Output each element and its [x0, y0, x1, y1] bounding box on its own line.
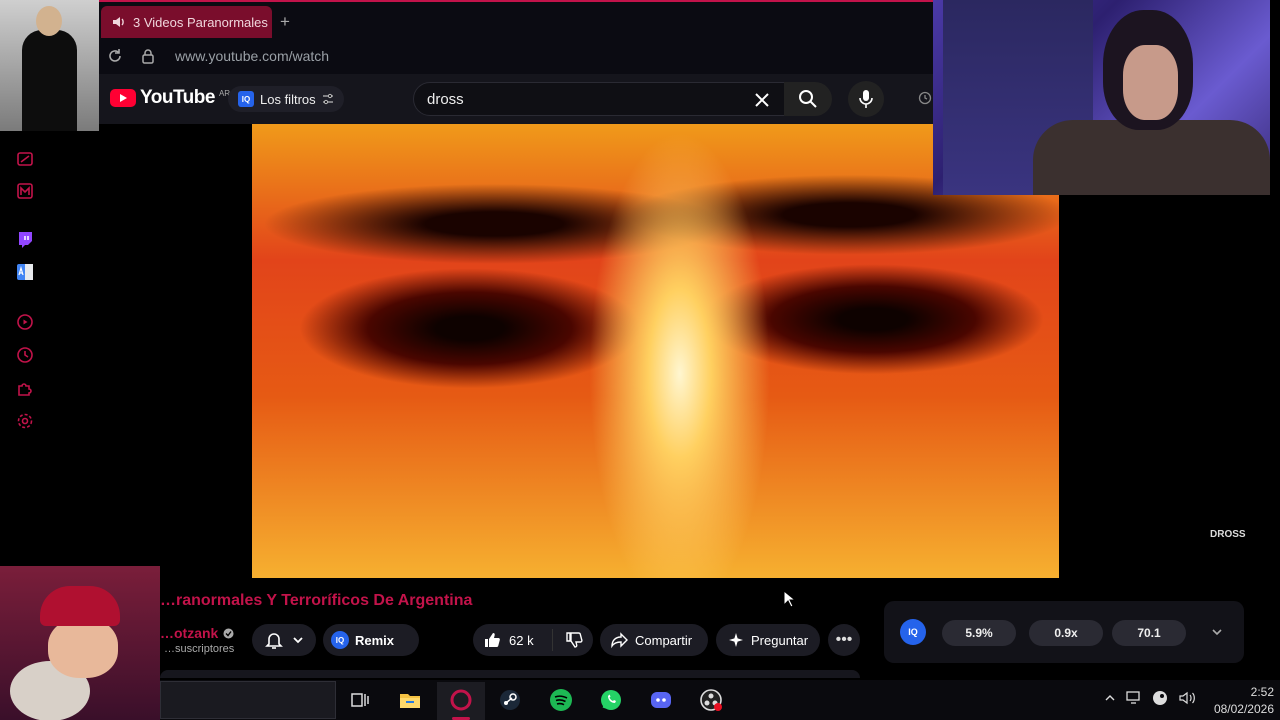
share-button[interactable]: Compartir	[600, 624, 708, 656]
volume-icon[interactable]	[1178, 690, 1196, 706]
stat-percent: 5.9%	[942, 620, 1016, 646]
lock-icon[interactable]	[141, 48, 155, 64]
reload-icon[interactable]	[107, 48, 123, 64]
obs-icon[interactable]	[699, 688, 723, 712]
iq-icon: IQ	[238, 91, 254, 107]
person-head	[36, 6, 62, 36]
new-tab-button[interactable]: +	[276, 12, 294, 32]
discord-icon[interactable]	[649, 688, 673, 712]
spotify-icon[interactable]	[549, 688, 573, 712]
channel-name[interactable]: …otzank	[160, 625, 234, 641]
like-button[interactable]: 62 k	[473, 629, 553, 651]
webcam-overlay	[933, 0, 1270, 195]
clock-time: 2:52	[1250, 685, 1274, 699]
streamer-body	[1033, 120, 1270, 195]
share-label: Compartir	[635, 632, 693, 648]
clock-date: 08/02/2026	[1213, 702, 1274, 716]
chevron-up-icon[interactable]	[1104, 692, 1116, 704]
person-suit	[22, 30, 77, 131]
stat-multiplier: 0.9x	[1029, 620, 1103, 646]
chevron-down-icon	[293, 637, 303, 644]
search-icon	[799, 90, 817, 108]
mail-icon[interactable]	[16, 182, 34, 200]
streamer-face	[1123, 45, 1178, 120]
notifications-button[interactable]	[252, 624, 316, 656]
speaker-icon[interactable]	[111, 14, 127, 30]
twitch-icon[interactable]	[16, 230, 34, 248]
thumbs-up-icon	[485, 633, 500, 647]
remix-button[interactable]: IQ Remix	[323, 624, 419, 656]
like-dislike-group: 62 k	[473, 624, 593, 656]
steam-tray-icon[interactable]	[1152, 690, 1168, 706]
video-title: …ranormales Y Terroríficos De Argentina	[160, 592, 473, 609]
browser-tab[interactable]: 3 Videos Paranormales	[101, 6, 272, 38]
like-count: 62 k	[509, 632, 534, 648]
chevron-down-icon[interactable]	[1210, 625, 1224, 639]
task-view-icon[interactable]	[348, 688, 372, 712]
search-input[interactable]: dross	[413, 82, 785, 116]
youtube-wordmark: YouTube	[140, 87, 215, 108]
share-icon	[611, 632, 628, 649]
stats-panel: IQ 5.9% 0.9x 70.1	[884, 601, 1244, 663]
tab-title: 3 Videos Paranormales	[133, 14, 268, 30]
photo-overlay	[0, 0, 99, 131]
settings-icon[interactable]	[16, 412, 34, 430]
search-button[interactable]	[784, 82, 832, 116]
network-icon[interactable]	[1126, 691, 1142, 705]
channel-label[interactable]: …otzank	[160, 625, 218, 641]
play-circle-icon[interactable]	[16, 313, 34, 331]
cartoon-overlay	[0, 566, 160, 720]
extensions-icon[interactable]	[16, 379, 34, 397]
translate-icon[interactable]	[16, 263, 34, 281]
dislike-button[interactable]	[553, 631, 583, 649]
clear-search-icon[interactable]	[752, 90, 772, 110]
ask-label: Preguntar	[751, 632, 809, 648]
cartoon-hat	[40, 586, 120, 626]
clock-icon[interactable]	[16, 346, 34, 364]
stat-score: 70.1	[1112, 620, 1186, 646]
opera-gx-icon[interactable]	[449, 688, 473, 712]
description-box[interactable]	[160, 670, 860, 678]
sparkle-icon	[729, 633, 743, 647]
whatsapp-icon[interactable]	[599, 688, 623, 712]
address-bar[interactable]: www.youtube.com/watch	[99, 38, 933, 74]
filters-button[interactable]: IQ Los filtros	[228, 86, 344, 112]
verified-icon	[223, 628, 234, 638]
taskbar-clock[interactable]: 2:52 08/02/2026	[1200, 684, 1274, 718]
cartoon-face	[48, 618, 118, 678]
youtube-logo[interactable]: YouTube AR	[110, 87, 230, 109]
iq-icon: IQ	[331, 631, 349, 649]
url-text[interactable]: www.youtube.com/watch	[175, 48, 329, 64]
youtube-play-icon	[110, 89, 136, 107]
thumbs-down-icon	[566, 632, 583, 648]
mouse-cursor-icon	[783, 590, 795, 608]
file-explorer-icon[interactable]	[398, 688, 422, 712]
iq-badge[interactable]: IQ	[900, 619, 926, 645]
voice-search-button[interactable]	[848, 81, 884, 117]
channel-watermark: DROSS	[1210, 529, 1246, 540]
more-actions-button[interactable]: •••	[828, 624, 860, 656]
microphone-icon	[859, 90, 873, 108]
remix-label: Remix	[355, 632, 395, 648]
filters-label: Los filtros	[260, 91, 316, 107]
history-icon[interactable]	[918, 91, 932, 105]
news-icon[interactable]	[16, 150, 34, 168]
taskbar-search-box[interactable]	[160, 681, 336, 719]
sliders-icon	[322, 93, 333, 105]
browser-sidebar	[0, 130, 48, 570]
subscriber-count: …suscriptores	[164, 643, 235, 655]
ask-button[interactable]: Preguntar	[716, 624, 820, 656]
system-tray	[1104, 690, 1196, 706]
bell-icon	[265, 633, 283, 649]
steam-icon[interactable]	[498, 688, 522, 712]
